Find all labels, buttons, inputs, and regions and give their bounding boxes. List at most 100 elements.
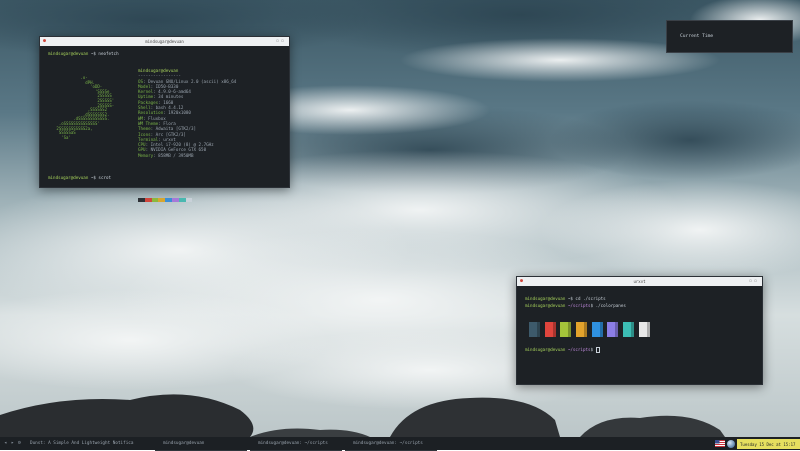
info-value: : NVIDIA GeForce GTX 650 bbox=[145, 147, 207, 153]
settings-icon[interactable]: ⚙ bbox=[18, 440, 21, 446]
window-controls-icon[interactable]: ▫▫ bbox=[276, 38, 286, 45]
window-title: urxvt bbox=[633, 279, 646, 284]
info-key: Terminal bbox=[138, 136, 159, 142]
taskbar-task[interactable]: mindsugar@devuan bbox=[155, 437, 247, 451]
info-key: WM Theme bbox=[138, 120, 159, 126]
command-line: mindsugar@devuan ~$ scrot bbox=[48, 175, 111, 180]
distro-logo-icon: .o- dPH. 'oDD- 'SSSSe 2SSSSS 2SSSSS' 2SS… bbox=[56, 75, 115, 140]
command-line: mindsugar@devuan ~/scripts$ bbox=[525, 347, 600, 354]
color-pane bbox=[638, 322, 650, 337]
window-controls-icon[interactable]: ▫▫ bbox=[749, 278, 759, 285]
pane-fold bbox=[599, 322, 603, 337]
color-pane bbox=[576, 322, 588, 337]
command-line: mindsugar@devuan ~/scripts$ ./colorpanes bbox=[525, 303, 626, 308]
info-value: : urxvt bbox=[158, 136, 176, 142]
color-pane bbox=[591, 322, 603, 337]
current-time-widget: Current Time bbox=[666, 20, 793, 53]
window-titlebar[interactable]: ● mindsugar@devuan ▫▫ bbox=[40, 37, 289, 46]
prompt-path: ~/scripts bbox=[565, 347, 591, 353]
info-key: GPU bbox=[138, 147, 146, 153]
color-swatch bbox=[144, 198, 152, 202]
color-swatch bbox=[185, 198, 193, 202]
info-key: Kernel bbox=[138, 89, 154, 95]
pane-fold bbox=[552, 322, 556, 337]
system-info: mindsugar@devuan ----------------- OS: D… bbox=[138, 68, 236, 158]
color-swatch bbox=[151, 198, 159, 202]
info-value: : 1660 bbox=[158, 99, 174, 105]
color-swatch bbox=[171, 198, 179, 202]
color-pane bbox=[529, 322, 540, 337]
info-value: : 34 minutes bbox=[153, 94, 184, 100]
close-icon[interactable]: ● bbox=[43, 38, 46, 45]
info-key: Icons bbox=[138, 131, 151, 137]
info-key: Packages bbox=[138, 99, 159, 105]
info-key: Uptime bbox=[138, 94, 154, 100]
taskbar: ◂ ▸ ⚙ Dunst: A Simple And Lightweight No… bbox=[0, 437, 800, 451]
info-value: : Adwaita [GTK2/3] bbox=[150, 126, 196, 132]
pane-fold bbox=[646, 322, 650, 337]
info-value: : 4.9.0-6-amd64 bbox=[153, 89, 191, 95]
color-swatch bbox=[165, 198, 172, 202]
back-icon[interactable]: ◂ bbox=[4, 440, 7, 446]
info-value: : 858MB / 3950MB bbox=[153, 152, 194, 158]
pane-fold bbox=[631, 322, 635, 337]
command-line: mindsugar@devuan ~$ cd ./scripts bbox=[525, 296, 606, 301]
info-value: : bash 4.4.12 bbox=[150, 105, 184, 111]
prompt-user-host: mindsugar@devuan bbox=[48, 51, 89, 56]
color-pane bbox=[623, 322, 635, 337]
task-label: mindsugar@devuan bbox=[163, 441, 205, 446]
info-user-host: mindsugar@devuan bbox=[138, 68, 179, 73]
info-value: : 1920x1080 bbox=[163, 110, 191, 116]
clock-text: Tuesday 15 Dec at 15:17 bbox=[740, 441, 796, 447]
info-key: Model bbox=[138, 83, 151, 89]
prompt-user-host: mindsugar@devuan bbox=[48, 175, 89, 180]
color-swatch-bar bbox=[138, 198, 193, 202]
taskbar-task[interactable]: mindsugar@devuan: ~/scripts bbox=[345, 437, 437, 451]
taskbar-clock[interactable]: Tuesday 15 Dec at 15:17 bbox=[737, 438, 800, 449]
command-line: mindsugar@devuan ~$ neofetch bbox=[48, 51, 119, 56]
pane-fold bbox=[568, 322, 572, 337]
close-icon[interactable]: ● bbox=[520, 278, 523, 285]
info-value: : Arc [GTK2/3] bbox=[150, 131, 186, 137]
command-text: ~$ scrot bbox=[88, 175, 112, 180]
colorpanes-terminal-window[interactable]: ● urxvt ▫▫ mindsugar@devuan ~$ cd ./scri… bbox=[516, 276, 763, 385]
command-text: $ ./colorpanes bbox=[590, 303, 626, 308]
prompt-user-host: mindsugar@devuan bbox=[525, 347, 566, 353]
neofetch-terminal-window[interactable]: ● mindsugar@devuan ▫▫ mindsugar@devuan ~… bbox=[39, 36, 290, 202]
pane-fold bbox=[584, 322, 588, 337]
taskbar-task[interactable]: mindsugar@devuan: ~/scripts bbox=[250, 437, 342, 451]
info-value: : Fluxbox bbox=[143, 115, 166, 121]
info-value: : ID50-B330 bbox=[150, 83, 179, 89]
us-flag-icon[interactable] bbox=[715, 440, 725, 447]
prompt-user-host: mindsugar@devuan bbox=[525, 296, 566, 301]
info-key: CPU bbox=[138, 142, 146, 148]
info-key: Memory bbox=[138, 152, 154, 158]
widget-label: Current Time bbox=[680, 34, 714, 39]
pane-fold bbox=[537, 322, 540, 337]
pane-fold bbox=[615, 322, 619, 337]
network-globe-icon[interactable] bbox=[727, 439, 735, 448]
command-text: ~$ cd ./scripts bbox=[565, 296, 606, 301]
info-key: Resolution bbox=[138, 110, 164, 116]
prompt-path: ~/scripts bbox=[565, 303, 591, 308]
info-value: : Intel i7-920 (8) @ 2.7GHz bbox=[145, 142, 214, 148]
info-value: : Devuan GNU/Linux 2.0 (ascii) x86_64 bbox=[143, 78, 237, 84]
color-pane bbox=[607, 322, 619, 337]
color-pane bbox=[544, 322, 556, 337]
color-panes bbox=[529, 322, 650, 337]
task-label: mindsugar@devuan: ~/scripts bbox=[258, 441, 328, 446]
info-key: Shell bbox=[138, 105, 151, 111]
info-separator: ----------------- bbox=[138, 73, 181, 79]
prompt-user-host: mindsugar@devuan bbox=[525, 303, 566, 308]
focused-window-title: Dunst: A Simple And Lightweight Notifica bbox=[30, 441, 134, 446]
info-value: : Flora bbox=[158, 120, 176, 126]
info-key: Theme bbox=[138, 126, 151, 132]
color-swatch bbox=[178, 198, 186, 202]
task-label: mindsugar@devuan: ~/scripts bbox=[353, 441, 423, 446]
color-pane bbox=[560, 322, 572, 337]
window-title: mindsugar@devuan bbox=[145, 39, 184, 44]
window-titlebar[interactable]: ● urxvt ▫▫ bbox=[517, 277, 762, 286]
forward-icon[interactable]: ▸ bbox=[11, 440, 14, 446]
command-text: ~$ neofetch bbox=[88, 51, 119, 56]
color-swatch bbox=[158, 198, 166, 202]
